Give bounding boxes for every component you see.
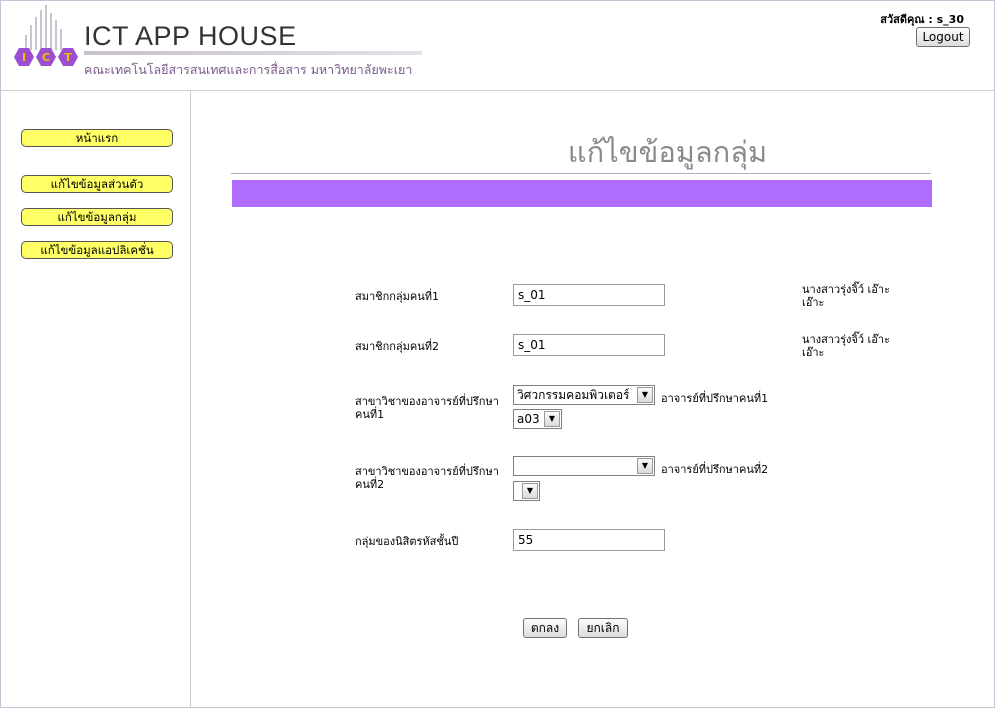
sidebar-item-edit-application[interactable]: แก้ไขข้อมูลแอปลิเคชั่น (21, 241, 173, 259)
advisor2-label: อาจารย์ที่ปรึกษาคนที่2 (661, 463, 769, 476)
site-title: ICT APP HOUSE (84, 21, 297, 51)
advisor2-department-select[interactable]: ▼ (513, 456, 655, 476)
group-input[interactable] (513, 529, 665, 551)
advisor1-value: a03 (517, 412, 540, 426)
advisor1-department-label: สาขาวิชาของอาจารย์ที่ปรึกษาคนที่1 (355, 395, 499, 421)
svg-text:C: C (42, 51, 50, 64)
page-title: แก้ไขข้อมูลกลุ่ม (567, 135, 768, 169)
sidebar-item-edit-group[interactable]: แก้ไขข้อมูลกลุ่ม (21, 208, 173, 226)
site-subtitle: คณะเทคโนโลยีสารสนเทศและการสื่อสาร มหาวิท… (84, 62, 413, 77)
cancel-button[interactable]: ยกเลิก (578, 618, 628, 638)
advisor1-label: อาจารย์ที่ปรึกษาคนที่1 (661, 392, 769, 405)
advisor1-department-value: วิศวกรรมคอมพิวเตอร์ (517, 388, 630, 402)
advisor1-select[interactable]: a03 ▼ (513, 409, 562, 429)
title-divider (231, 173, 931, 174)
svg-text:I: I (22, 51, 26, 64)
header: I C T ICT APP HOUSE คณะเทคโนโลยีสารสนเทศ… (1, 1, 994, 91)
advisor2-department-label: สาขาวิชาของอาจารย์ที่ปรึกษาคนที่2 (355, 465, 499, 491)
chevron-down-icon: ▼ (637, 458, 653, 474)
member2-input[interactable] (513, 334, 665, 356)
user-greeting: สวัสดีคุณ : s_30 (880, 13, 964, 26)
member1-name: นางสาวรุ่งจิ๊ว์ เอ๊าะ เอ๊าะ (802, 283, 890, 309)
group-label: กลุ่มของนิสิตรหัสชั้นปี (355, 535, 459, 548)
member1-input[interactable] (513, 284, 665, 306)
ok-button[interactable]: ตกลง (523, 618, 567, 638)
chevron-down-icon: ▼ (522, 483, 538, 499)
sidebar: หน้าแรก แก้ไขข้อมูลส่วนตัว แก้ไขข้อมูลกล… (1, 91, 191, 707)
member2-name: นางสาวรุ่งจิ๊ว์ เอ๊าะ เอ๊าะ (802, 333, 890, 359)
member2-label: สมาชิกกลุ่มคนที่2 (355, 340, 440, 353)
sidebar-item-home[interactable]: หน้าแรก (21, 129, 173, 147)
sidebar-item-edit-profile[interactable]: แก้ไขข้อมูลส่วนตัว (21, 175, 173, 193)
advisor1-department-select[interactable]: วิศวกรรมคอมพิวเตอร์ ▼ (513, 385, 655, 405)
svg-text:T: T (64, 51, 72, 64)
chevron-down-icon: ▼ (544, 411, 560, 427)
header-band (232, 180, 932, 207)
ict-logo-icon: I C T (14, 5, 78, 66)
chevron-down-icon: ▼ (637, 387, 653, 403)
title-underline (84, 51, 422, 55)
main-content: แก้ไขข้อมูลกลุ่ม สมาชิกกลุ่มคนที่1 นางสา… (191, 91, 994, 707)
member1-label: สมาชิกกลุ่มคนที่1 (355, 290, 440, 303)
advisor2-select[interactable]: ▼ (513, 481, 540, 501)
logout-button[interactable]: Logout (916, 27, 970, 47)
